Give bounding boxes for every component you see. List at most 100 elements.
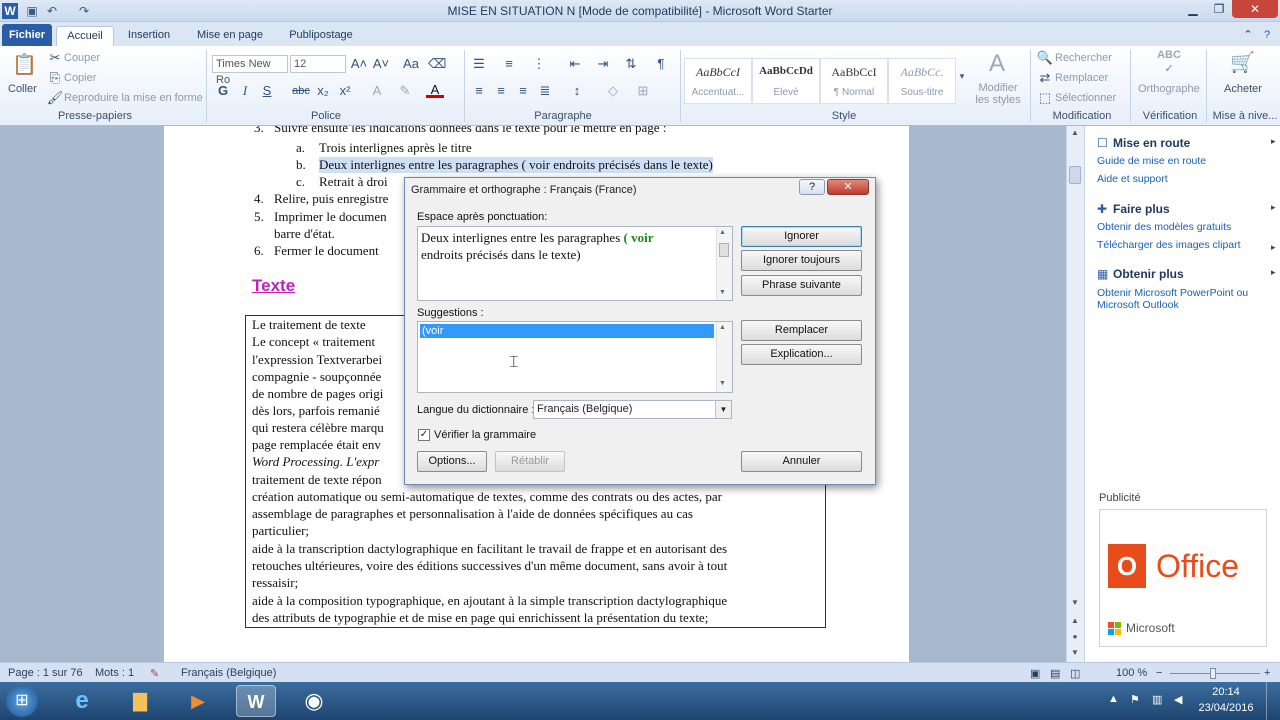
folder-icon[interactable]: ▇ — [120, 685, 160, 717]
chrome-icon[interactable]: ◉ — [294, 685, 334, 717]
copy-button[interactable]: Copier — [64, 72, 96, 84]
next-page-icon[interactable]: ▼ — [1069, 648, 1081, 660]
pane-link[interactable]: Guide de mise en route — [1097, 155, 1206, 167]
align-right-icon[interactable]: ≡ — [514, 83, 532, 99]
zoom-level[interactable]: 100 % — [1116, 667, 1147, 679]
tray-volume-icon[interactable]: ◀ — [1174, 693, 1182, 706]
pane-link[interactable]: Aide et support — [1097, 173, 1168, 185]
help-icon[interactable]: ? — [1258, 26, 1276, 46]
cut-button[interactable]: Couper — [64, 52, 100, 64]
style-eleve[interactable]: AaBbCcDd Elevé — [752, 58, 820, 104]
pane-link[interactable]: Obtenir des modèles gratuits — [1097, 221, 1231, 233]
minimize-icon[interactable]: ▁ — [1180, 0, 1206, 18]
options-button[interactable]: Options... — [417, 451, 487, 472]
shrink-font-icon[interactable]: A˅ — [372, 56, 390, 72]
start-button[interactable]: ⊞ — [6, 685, 38, 717]
browse-object-icon[interactable]: ● — [1069, 632, 1081, 644]
decrease-indent-icon[interactable]: ⇤ — [566, 56, 584, 72]
tab-file[interactable]: Fichier — [2, 24, 52, 46]
word-taskbar-icon[interactable]: W — [236, 685, 276, 717]
cancel-button[interactable]: Annuler — [741, 451, 862, 472]
change-case-icon[interactable]: Aa — [402, 56, 420, 72]
scroll-up-icon[interactable]: ▲ — [1069, 128, 1081, 140]
pane-arrow-icon[interactable]: ▸ — [1271, 202, 1276, 213]
suggestion-item[interactable]: (voir — [420, 324, 714, 338]
style-accent[interactable]: AaBbCcI Accentuat... — [684, 58, 752, 104]
styles-scroll-icon[interactable]: ▾ — [956, 68, 968, 84]
clock-date[interactable]: 23/04/2016 — [1196, 702, 1256, 714]
zoom-in-icon[interactable]: + — [1264, 667, 1270, 679]
align-left-icon[interactable]: ≡ — [470, 83, 488, 99]
view-print-icon[interactable]: ▣ — [1030, 667, 1040, 680]
bold-button[interactable]: G — [214, 83, 232, 99]
shading-icon[interactable]: ◇ — [604, 83, 622, 99]
pilcrow-icon[interactable]: ¶ — [652, 56, 670, 72]
font-name-field[interactable]: Times New Ro — [212, 55, 288, 86]
clear-format-icon[interactable]: ⌫ — [428, 56, 446, 72]
media-player-icon[interactable]: ▶ — [178, 685, 218, 717]
pane-arrow-icon[interactable]: ▸ — [1271, 136, 1276, 147]
justify-icon[interactable]: ≣ — [536, 83, 554, 99]
pane-link[interactable]: Télécharger des images clipart — [1097, 239, 1241, 251]
underline-button[interactable]: S — [258, 83, 276, 99]
prev-page-icon[interactable]: ▲ — [1069, 616, 1081, 628]
undo-button[interactable]: Rétablir — [495, 451, 565, 472]
language-status[interactable]: Français (Belgique) — [181, 667, 276, 679]
explanation-button[interactable]: Explication... — [741, 344, 862, 365]
increase-indent-icon[interactable]: ⇥ — [594, 56, 612, 72]
spelling-icon[interactable]: ABC ✓ — [1154, 48, 1184, 78]
tray-flag-icon[interactable]: ⚑ — [1130, 693, 1140, 706]
pane-arrow-icon[interactable]: ▸ — [1271, 242, 1276, 253]
replace-button[interactable]: Remplacer — [741, 320, 862, 341]
internet-explorer-icon[interactable]: e — [62, 685, 102, 717]
vertical-scrollbar[interactable]: ▲ ▼ ▲ ● ▼ — [1066, 126, 1084, 662]
find-icon[interactable]: 🔍 — [1036, 50, 1054, 66]
line-spacing-icon[interactable]: ↕ — [568, 83, 586, 99]
pane-link[interactable]: Microsoft Outlook — [1097, 299, 1179, 311]
zoom-out-icon[interactable]: − — [1156, 667, 1162, 679]
pane-link[interactable]: Obtenir Microsoft PowerPoint ou — [1097, 287, 1248, 299]
suggestions-list[interactable]: (voir ▲ ▼ — [417, 321, 733, 393]
align-center-icon[interactable]: ≡ — [492, 83, 510, 99]
cut-icon[interactable]: ✂ — [46, 50, 64, 66]
pane-arrow-icon[interactable]: ▸ — [1271, 267, 1276, 278]
strikethrough-button[interactable]: abc — [290, 83, 312, 99]
text-effects-icon[interactable]: A — [368, 83, 386, 99]
tab-home[interactable]: Accueil — [56, 26, 114, 46]
spelling-button[interactable]: Orthographe — [1138, 83, 1200, 95]
tab-mailing[interactable]: Publipostage — [278, 26, 364, 46]
dictionary-select[interactable]: Français (Belgique) ▼ — [533, 400, 732, 419]
clock-time[interactable]: 20:14 — [1196, 686, 1256, 698]
scroll-down-icon[interactable]: ▼ — [1069, 598, 1081, 610]
next-sentence-button[interactable]: Phrase suivante — [741, 275, 862, 296]
subscript-button[interactable]: x₂ — [314, 83, 332, 99]
error-scrollbar[interactable]: ▲ ▼ — [716, 227, 732, 300]
proofing-status-icon[interactable]: ✎ — [150, 667, 159, 680]
page-count[interactable]: Page : 1 sur 76 — [8, 667, 83, 679]
paste-icon[interactable]: 📋 — [12, 52, 37, 78]
tray-network-icon[interactable]: ▥ — [1152, 693, 1162, 706]
style-normal[interactable]: AaBbCcI ¶ Normal — [820, 58, 888, 104]
close-icon[interactable]: ✕ — [1232, 0, 1278, 18]
format-painter-icon[interactable]: 🖌 — [46, 90, 64, 106]
modify-styles-icon[interactable]: A — [982, 50, 1012, 78]
tab-insert[interactable]: Insertion — [118, 26, 180, 46]
error-text-box[interactable]: Deux interlignes entre les paragraphes (… — [417, 226, 733, 301]
restore-icon[interactable]: ❐ — [1206, 0, 1232, 18]
dialog-help-icon[interactable]: ? — [799, 179, 825, 195]
copy-icon[interactable]: ⎘ — [46, 70, 64, 86]
multilevel-list-icon[interactable]: ⋮ — [530, 56, 548, 72]
superscript-button[interactable]: x² — [336, 83, 354, 99]
chevron-down-icon[interactable]: ▼ — [715, 401, 731, 418]
style-subtitle[interactable]: AaBbCc. Sous-titre — [888, 58, 956, 104]
grow-font-icon[interactable]: A˄ — [350, 56, 368, 72]
sort-icon[interactable]: ⇅ — [622, 56, 640, 72]
format-painter-button[interactable]: Reproduire la mise en forme — [64, 92, 203, 104]
zoom-slider-thumb[interactable] — [1210, 668, 1216, 679]
replace-icon[interactable]: ⇄ — [1036, 70, 1054, 86]
suggestions-scrollbar[interactable]: ▲ ▼ — [716, 322, 732, 392]
bullets-icon[interactable]: ☰ — [470, 56, 488, 72]
buy-button[interactable]: Acheter — [1224, 83, 1262, 95]
word-count[interactable]: Mots : 1 — [95, 667, 134, 679]
tab-layout[interactable]: Mise en page — [186, 26, 274, 46]
